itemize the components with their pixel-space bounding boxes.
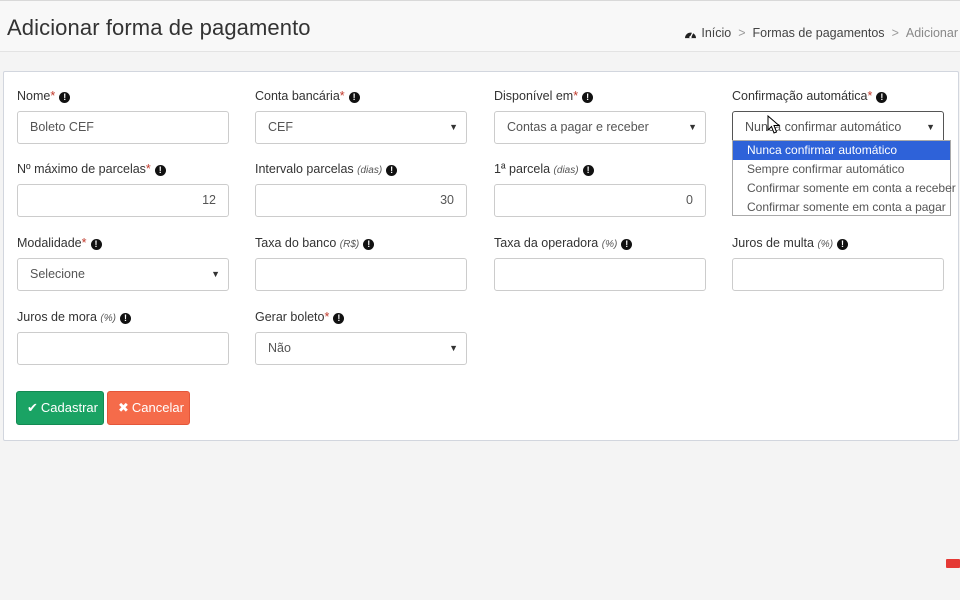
info-icon: ! <box>876 92 888 103</box>
info-icon: ! <box>582 165 594 176</box>
field-juros-mora: Juros de mora (%)! <box>17 310 229 365</box>
breadcrumb-separator: > <box>738 26 746 40</box>
field-disponivel-em: Disponível em*! Contas a pagar e receber… <box>494 89 706 144</box>
conta-bancaria-select[interactable]: CEF ▼ <box>255 111 467 144</box>
breadcrumb-home[interactable]: Início <box>701 26 731 40</box>
juros-multa-input[interactable] <box>732 258 944 291</box>
info-icon: ! <box>621 239 633 250</box>
juros-mora-label: Juros de mora <box>17 310 97 324</box>
info-icon: ! <box>837 239 849 250</box>
max-parcelas-input[interactable]: 12 <box>17 184 229 217</box>
field-taxa-operadora: Taxa da operadora (%)! <box>494 236 706 291</box>
cadastrar-button[interactable]: ✔ Cadastrar <box>16 391 104 425</box>
required-mark: * <box>81 236 87 250</box>
required-mark: * <box>145 162 151 176</box>
caret-down-icon: ▼ <box>449 122 458 132</box>
required-mark: * <box>324 310 330 324</box>
video-badge-icon <box>946 559 960 568</box>
cancelar-label: Cancelar <box>131 400 184 415</box>
taxa-banco-label: Taxa do banco <box>255 236 337 250</box>
juros-mora-input[interactable] <box>17 332 229 365</box>
taxa-operadora-label: Taxa da operadora <box>494 236 599 250</box>
required-mark: * <box>573 89 579 103</box>
required-mark: * <box>339 89 345 103</box>
breadcrumb-current: Adicionar <box>905 26 958 40</box>
modalidade-select[interactable]: Selecione ▼ <box>17 258 229 291</box>
field-confirmacao-automatica: Confirmação automática*! Nunca confirmar… <box>732 89 944 144</box>
dropdown-option[interactable]: Sempre confirmar automático <box>733 160 950 179</box>
confirmacao-automatica-label: Confirmação automática <box>732 89 868 103</box>
caret-down-icon: ▼ <box>449 343 458 353</box>
unit-label: (dias) <box>553 165 579 176</box>
nome-label: Nome <box>17 89 51 103</box>
info-icon: ! <box>59 92 71 103</box>
nome-input[interactable]: Boleto CEF <box>17 111 229 144</box>
field-nome: Nome*! Boleto CEF <box>17 89 229 144</box>
caret-down-icon: ▼ <box>926 122 935 132</box>
breadcrumb: Início > Formas de pagamentos > Adiciona… <box>684 26 958 40</box>
confirmacao-dropdown-list: Nunca confirmar automático Sempre confir… <box>732 140 956 217</box>
gerar-boleto-label: Gerar boleto <box>255 310 325 324</box>
gerar-boleto-value: Não <box>268 341 291 355</box>
intervalo-parcelas-label: Intervalo parcelas <box>255 162 354 176</box>
field-intervalo-parcelas: Intervalo parcelas (dias)! 30 <box>255 162 467 217</box>
unit-label: (dias) <box>357 165 383 176</box>
primeira-parcela-input[interactable]: 0 <box>494 184 706 217</box>
field-conta-bancaria: Conta bancária*! CEF ▼ <box>255 89 467 144</box>
taxa-banco-input[interactable] <box>255 258 467 291</box>
field-modalidade: Modalidade*! Selecione ▼ <box>17 236 229 291</box>
required-mark: * <box>867 89 873 103</box>
dropdown-option[interactable]: Confirmar somente em conta a receber <box>733 179 956 198</box>
disponivel-em-value: Contas a pagar e receber <box>507 120 649 134</box>
taxa-operadora-input[interactable] <box>494 258 706 291</box>
primeira-parcela-label: 1ª parcela <box>494 162 551 176</box>
info-icon: ! <box>154 165 166 176</box>
juros-multa-label: Juros de multa <box>732 236 814 250</box>
cadastrar-label: Cadastrar <box>40 400 98 415</box>
field-gerar-boleto: Gerar boleto*! Não ▼ <box>255 310 467 365</box>
breadcrumb-separator: > <box>891 26 899 40</box>
field-juros-multa: Juros de multa (%)! <box>732 236 944 291</box>
field-primeira-parcela: 1ª parcela (dias)! 0 <box>494 162 706 217</box>
field-max-parcelas: Nº máximo de parcelas*! 12 <box>17 162 229 217</box>
info-icon: ! <box>90 239 102 250</box>
intervalo-parcelas-input[interactable]: 30 <box>255 184 467 217</box>
unit-label: (%) <box>601 239 618 250</box>
disponivel-em-label: Disponível em <box>494 89 574 103</box>
max-parcelas-label: Nº máximo de parcelas <box>17 162 146 176</box>
dashboard-icon <box>685 30 697 38</box>
unit-label: (%) <box>817 239 834 250</box>
caret-down-icon: ▼ <box>688 122 697 132</box>
info-icon: ! <box>333 313 345 324</box>
info-icon: ! <box>582 92 594 103</box>
page-header: Adicionar forma de pagamento Início > Fo… <box>0 0 960 52</box>
check-icon: ✔ <box>27 400 38 415</box>
info-icon: ! <box>386 165 398 176</box>
gerar-boleto-select[interactable]: Não ▼ <box>255 332 467 365</box>
info-icon: ! <box>119 313 131 324</box>
field-taxa-banco: Taxa do banco (R$)! <box>255 236 467 291</box>
mouse-cursor-icon <box>767 115 781 134</box>
page-title: Adicionar forma de pagamento <box>7 15 311 40</box>
info-icon: ! <box>363 239 375 250</box>
modalidade-label: Modalidade <box>17 236 82 250</box>
conta-bancaria-label: Conta bancária <box>255 89 340 103</box>
info-icon: ! <box>348 92 360 103</box>
dropdown-option[interactable]: Nunca confirmar automático <box>733 141 950 160</box>
disponivel-em-select[interactable]: Contas a pagar e receber ▼ <box>494 111 706 144</box>
unit-label: (%) <box>100 313 116 324</box>
conta-bancaria-value: CEF <box>268 120 293 134</box>
dropdown-option[interactable]: Confirmar somente em conta a pagar <box>733 198 950 217</box>
modalidade-value: Selecione <box>30 267 85 281</box>
caret-down-icon: ▼ <box>211 269 220 279</box>
breadcrumb-section[interactable]: Formas de pagamentos <box>753 26 885 40</box>
unit-label: (R$) <box>339 239 360 250</box>
required-mark: * <box>50 89 56 103</box>
cancelar-button[interactable]: ✖ Cancelar <box>107 391 190 425</box>
close-icon: ✖ <box>118 400 129 415</box>
